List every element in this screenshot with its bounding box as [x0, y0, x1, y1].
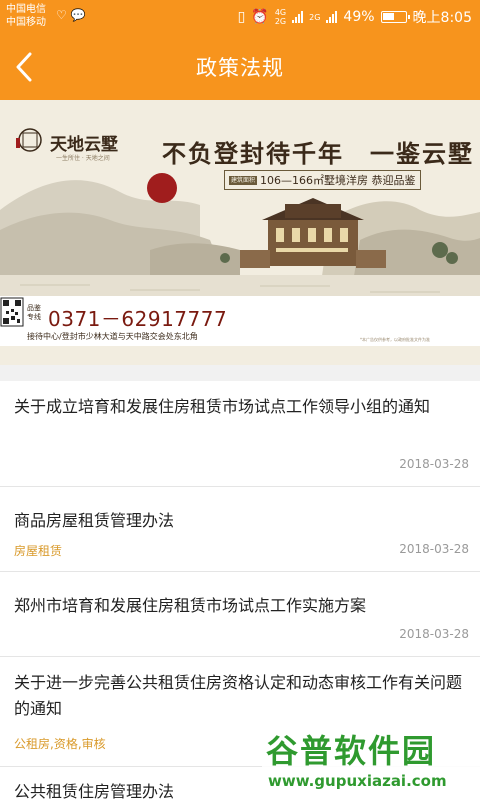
carrier-1: 中国电信 [6, 4, 46, 15]
brand-name: 天地云墅 [50, 135, 118, 155]
size-text: 106—166㎡墅境洋房 恭迎品鉴 [260, 174, 416, 187]
article-title: 郑州市培育和发展住房租赁市场试点工作实施方案 [14, 596, 367, 615]
phone-tag: 品鉴专线 [27, 304, 41, 321]
article-title: 关于进一步完善公共租赁住房资格认定和动态审核工作有关问题的通知 [14, 673, 463, 718]
qr-code [0, 297, 24, 327]
list-item[interactable]: 关于成立培育和发展住房租赁市场试点工作领导小组的通知 2018-03-28 [0, 381, 480, 487]
article-date: 2018-03-28 [399, 542, 469, 556]
list-item[interactable]: 商品房屋租赁管理办法 房屋租赁 2018-03-28 [0, 487, 480, 572]
article-tag: 房屋租赁 [14, 544, 63, 558]
article-title: 关于成立培育和发展住房租赁市场试点工作领导小组的通知 [14, 397, 431, 416]
carrier-2: 中国移动 [6, 17, 46, 28]
banner-ad[interactable]: 天地云墅 一生所住 · 天地之间 不负登封待千年 一鉴云墅 建筑面积 106—1… [0, 100, 480, 365]
message-icon: 💬 [70, 8, 86, 22]
clock: 晚上8:05 [412, 10, 472, 26]
section-divider [0, 365, 480, 381]
watermark-text: 谷普软件园 [266, 732, 437, 770]
status-bar: 中国电信 中国移动 ♡ 💬 ▯ ⏰ 4G 2G 2G 49% 晚上8:05 [0, 0, 480, 34]
disclaimer: *本广告仅供参考，以政府批准文件为准 [360, 337, 430, 342]
vibrate-icon: ▯ [237, 9, 246, 25]
banner-slogan: 不负登封待千年 一鉴云墅 [162, 139, 474, 168]
notification-icons: ♡ 💬 [56, 8, 86, 22]
size-tag: 建筑面积 [229, 175, 258, 185]
page-title: 政策法规 [196, 56, 284, 80]
battery-percent: 49% [343, 9, 375, 25]
size-box: 建筑面积 106—166㎡墅境洋房 恭迎品鉴 [224, 170, 421, 190]
signal-icon-2 [326, 11, 338, 23]
watermark: 谷普软件园 www.gupuxiazai.com [262, 722, 480, 800]
article-date: 2018-03-28 [399, 457, 469, 471]
battery-icon [380, 11, 410, 23]
signal-icon [292, 11, 304, 23]
title-bar: 政策法规 [0, 34, 480, 100]
phone-number: 0371－62917777 [48, 307, 228, 331]
address: 接待中心/登封市少林大道与天中路交会处东北角 [27, 332, 198, 341]
article-title: 商品房屋租赁管理办法 [14, 511, 175, 530]
alarm-icon: ⏰ [251, 9, 269, 25]
health-icon: ♡ [56, 8, 67, 22]
brand-subtitle: 一生所住 · 天地之间 [56, 155, 110, 162]
list-item[interactable]: 郑州市培育和发展住房租赁市场试点工作实施方案 2018-03-28 [0, 572, 480, 657]
network-type-2: 2G [309, 12, 321, 22]
network-type: 4G 2G [274, 8, 287, 26]
watermark-url: www.gupuxiazai.com [268, 772, 447, 790]
carrier-labels: 中国电信 中国移动 [6, 3, 46, 29]
article-tag: 公租房,资格,审核 [14, 737, 106, 751]
article-date: 2018-03-28 [399, 627, 469, 641]
